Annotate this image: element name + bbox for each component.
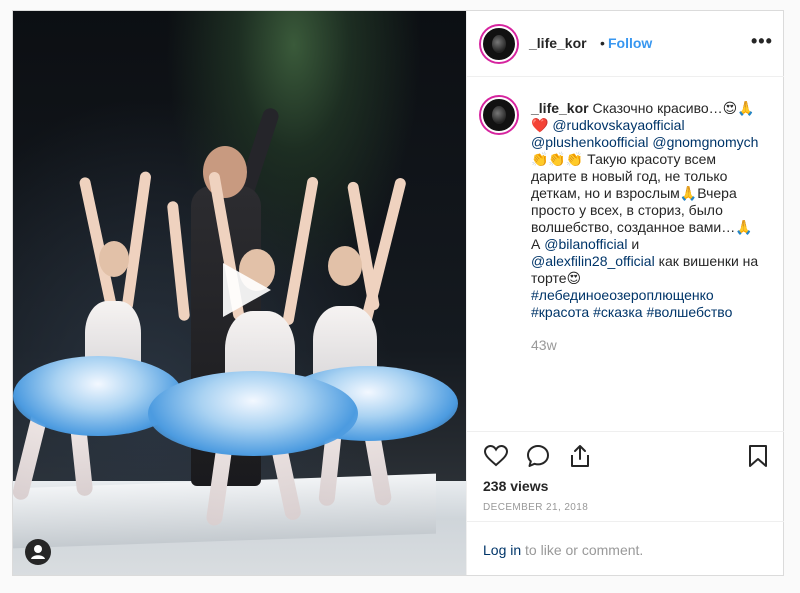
caption-line: #лебединоеозероплющенко <box>531 287 771 304</box>
hashtag-link[interactable]: #волшебство <box>646 304 732 320</box>
caption-text: и <box>627 236 640 252</box>
more-options-icon[interactable]: ••• <box>751 31 773 52</box>
instagram-post: _life_kor • Follow ••• _life_kor Сказочн… <box>12 10 784 576</box>
caption-line: _life_kor Сказочно красиво…😍🙏 <box>531 100 771 117</box>
caption-line: А @bilanofficial и <box>531 236 771 253</box>
separator-dot: • <box>600 35 605 51</box>
comment-icon[interactable] <box>525 443 551 469</box>
post-date: DECEMBER 21, 2018 <box>483 502 589 513</box>
mention-link[interactable]: @gnomgnomych <box>652 134 758 150</box>
login-prompt-text: to like or comment. <box>521 542 644 558</box>
caption-line: ❤️ @rudkovskayaofficial <box>531 117 771 134</box>
caption-line: #красота #сказка #волшебство <box>531 304 771 321</box>
share-icon[interactable] <box>567 443 593 469</box>
hashtag-link[interactable]: #лебединоеозероплющенко <box>531 287 714 303</box>
mention-link[interactable]: @plushenkoofficial <box>531 134 648 150</box>
tutu <box>148 371 358 456</box>
avatar-image <box>492 35 506 53</box>
caption-line: @plushenkoofficial @gnomgnomych <box>531 134 771 151</box>
mention-link[interactable]: @rudkovskayaofficial <box>552 117 684 133</box>
bookmark-icon[interactable] <box>745 443 771 469</box>
play-icon[interactable] <box>209 257 275 323</box>
follow-button[interactable]: Follow <box>608 35 652 51</box>
actions-divider <box>467 431 784 433</box>
post-caption: _life_kor Сказочно красиво…😍🙏 ❤️ @rudkov… <box>531 100 771 321</box>
user-tag-icon[interactable] <box>25 539 51 565</box>
dancer-head <box>328 246 362 286</box>
caption-line: @alexfilin28_official как вишенки на <box>531 253 771 270</box>
video-player[interactable] <box>13 11 466 575</box>
caption-text: Сказочно красиво…😍🙏 <box>592 100 755 116</box>
caption-text: А <box>531 236 545 252</box>
avatar-image <box>492 106 506 124</box>
caption-line: торте😍 <box>531 270 582 286</box>
heart-icon[interactable] <box>483 443 509 469</box>
caption-text: как вишенки на <box>654 253 759 269</box>
hashtag-link[interactable]: #красота <box>531 304 589 320</box>
avatar[interactable] <box>481 26 517 62</box>
login-prompt: Log in to like or comment. <box>483 542 643 558</box>
caption-text: ❤️ <box>531 117 553 133</box>
post-header: _life_kor • Follow ••• <box>467 11 784 77</box>
caption-avatar[interactable] <box>481 97 517 133</box>
singer-head <box>203 146 247 198</box>
caption-line: 👏👏👏 Такую красоту всем <box>531 151 717 167</box>
mention-link[interactable]: @alexfilin28_official <box>531 253 655 269</box>
mention-link[interactable]: @bilanofficial <box>544 236 627 252</box>
login-divider <box>467 521 784 522</box>
post-time-ago[interactable]: 43w <box>531 337 557 353</box>
caption-line: деткам, но и взрослым🙏Вчера <box>531 185 737 201</box>
caption-line: волшебство, созданное вами…🙏 <box>531 219 753 235</box>
caption-line: дарите в новый год, не только <box>531 168 728 184</box>
post-sidebar: _life_kor • Follow ••• _life_kor Сказочн… <box>466 11 784 575</box>
views-count[interactable]: 238 views <box>483 478 548 494</box>
header-username[interactable]: _life_kor <box>529 35 587 51</box>
dancer-head <box>99 241 129 277</box>
caption-line: просто у всех, в сториз, было <box>531 202 723 218</box>
login-link[interactable]: Log in <box>483 542 521 558</box>
hashtag-link[interactable]: #сказка <box>593 304 643 320</box>
caption-username[interactable]: _life_kor <box>531 100 589 116</box>
